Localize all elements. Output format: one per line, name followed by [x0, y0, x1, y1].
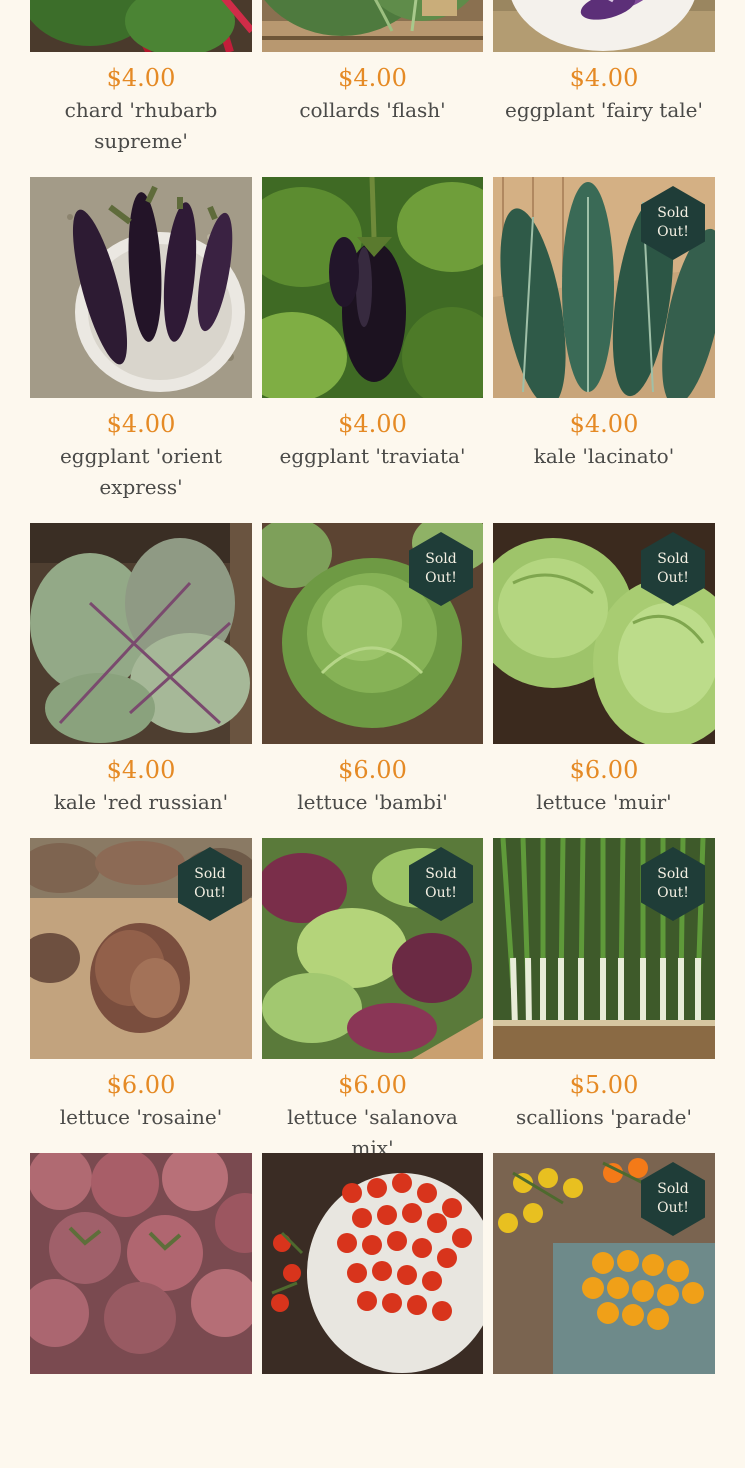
product-name[interactable]: scallions 'parade': [493, 1102, 715, 1133]
product-image[interactable]: [493, 0, 715, 52]
product-price: $4.00: [106, 64, 176, 92]
product-card[interactable]: $4.00 eggplant 'traviata': [262, 177, 483, 523]
product-name[interactable]: collards 'flash': [262, 95, 483, 126]
product-card[interactable]: Sold Out! $5.00 scallions 'parade': [493, 838, 715, 1153]
product-card[interactable]: $4.00 eggplant 'orient express': [30, 177, 252, 523]
product-card[interactable]: Sold Out!: [493, 1153, 715, 1468]
product-image[interactable]: [30, 1153, 252, 1374]
product-image[interactable]: Sold Out!: [262, 838, 483, 1059]
product-card[interactable]: $4.00 kale 'red russian': [30, 523, 252, 838]
product-card[interactable]: Sold Out! $4.00 kale 'lacinato': [493, 177, 715, 523]
product-card[interactable]: [262, 1153, 483, 1468]
product-image[interactable]: [30, 177, 252, 398]
product-price: $6.00: [338, 756, 407, 784]
product-price: $4.00: [338, 64, 407, 92]
product-name[interactable]: kale 'red russian': [30, 787, 252, 818]
product-image[interactable]: [30, 523, 252, 744]
product-price: $4.00: [569, 410, 639, 438]
product-price: $4.00: [106, 756, 176, 784]
product-image[interactable]: Sold Out!: [30, 838, 252, 1059]
product-image[interactable]: Sold Out!: [493, 523, 715, 744]
product-image[interactable]: Sold Out!: [262, 523, 483, 744]
product-name[interactable]: kale 'lacinato': [493, 441, 715, 472]
product-image[interactable]: [30, 0, 252, 52]
product-name[interactable]: lettuce 'muir': [493, 787, 715, 818]
product-card[interactable]: Sold Out! $6.00 lettuce 'rosaine': [30, 838, 252, 1153]
product-price: $6.00: [106, 1071, 176, 1099]
product-card[interactable]: Sold Out! $6.00 lettuce 'bambi': [262, 523, 483, 838]
product-price: $4.00: [106, 410, 176, 438]
product-card[interactable]: $4.00 collards 'flash': [262, 0, 483, 177]
product-price: $5.00: [569, 1071, 639, 1099]
product-price: $6.00: [569, 756, 639, 784]
product-card[interactable]: $4.00 eggplant 'fairy tale': [493, 0, 715, 177]
product-name[interactable]: lettuce 'bambi': [262, 787, 483, 818]
product-card[interactable]: $4.00 chard 'rhubarb supreme': [30, 0, 252, 177]
product-card[interactable]: [30, 1153, 252, 1468]
product-image[interactable]: Sold Out!: [493, 1153, 715, 1374]
product-image[interactable]: Sold Out!: [493, 838, 715, 1059]
product-card[interactable]: Sold Out! $6.00 lettuce 'salanova mix': [262, 838, 483, 1160]
product-image[interactable]: Sold Out!: [493, 177, 715, 398]
product-image[interactable]: [262, 0, 483, 52]
product-price: $4.00: [569, 64, 639, 92]
product-name[interactable]: eggplant 'fairy tale': [493, 95, 715, 126]
product-name[interactable]: eggplant 'orient express': [30, 441, 252, 503]
product-image[interactable]: [262, 1153, 483, 1374]
product-name[interactable]: chard 'rhubarb supreme': [30, 95, 252, 157]
product-price: $4.00: [338, 410, 407, 438]
product-card[interactable]: Sold Out! $6.00 lettuce 'muir': [493, 523, 715, 838]
product-image[interactable]: [262, 177, 483, 398]
product-name[interactable]: lettuce 'rosaine': [30, 1102, 252, 1133]
product-price: $6.00: [338, 1071, 407, 1099]
product-grid: $4.00 chard 'rhubarb supreme' $4.00 coll…: [30, 0, 715, 1468]
product-name[interactable]: eggplant 'traviata': [262, 441, 483, 472]
